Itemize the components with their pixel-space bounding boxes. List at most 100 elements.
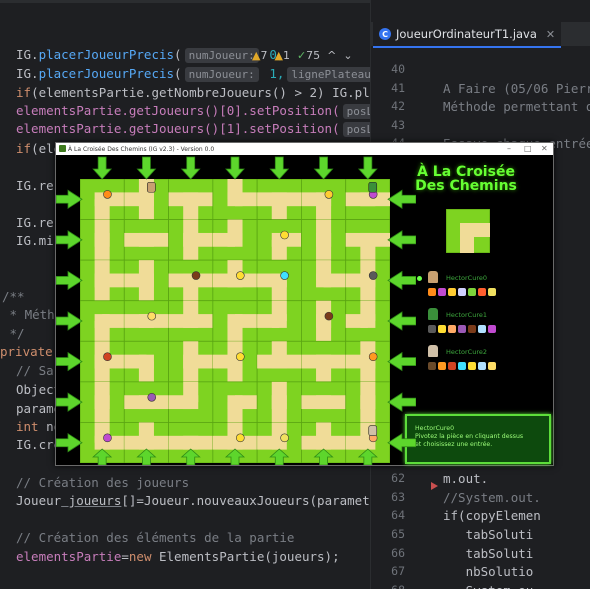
player-name: HectorCure0: [446, 274, 487, 282]
minimize-icon[interactable]: –: [507, 144, 511, 153]
close-icon[interactable]: ✕: [546, 28, 555, 41]
treasure-icon: [324, 311, 334, 321]
code-line[interactable]: elementsPartie=new ElementsPartie(joueur…: [16, 548, 340, 566]
player-name: HectorCure1: [446, 311, 487, 319]
code-line[interactable]: IG.re: [16, 214, 54, 232]
insert-arrow-icon[interactable]: [225, 156, 245, 180]
tab-joueur-ordinateur[interactable]: C JoueurOrdinateurT1.java ✕: [373, 22, 562, 48]
insert-arrow-icon[interactable]: [92, 156, 113, 180]
board-tile: [256, 422, 302, 463]
breakpoint-marker-icon[interactable]: [431, 482, 438, 490]
code-line[interactable]: /**: [2, 288, 25, 306]
treasure-icon: [236, 352, 245, 362]
inspection-widget[interactable]: ▲7 ▲1 ✓75 ^ ⌄: [252, 49, 353, 62]
treasure-icon: [103, 433, 112, 443]
code-line[interactable]: A Faire (05/06 Pierre: [443, 81, 590, 96]
insert-arrow-icon[interactable]: [136, 156, 157, 180]
game-title-line2: Des Chemins: [415, 178, 517, 194]
insert-arrow-icon[interactable]: [56, 189, 83, 210]
board-tile: [256, 381, 302, 423]
code-line[interactable]: IG.mi: [16, 232, 54, 250]
app-icon: [59, 145, 66, 152]
left-editor-topbar: [0, 0, 370, 3]
code-line[interactable]: Joueur joueurs[]=Joueur.nouveauxJoueurs(…: [16, 492, 370, 510]
code-line[interactable]: elementsPartie.getJoueurs()[1].setPositi…: [16, 120, 370, 138]
insert-arrow-icon[interactable]: [269, 156, 290, 180]
insert-arrow-icon[interactable]: [387, 392, 416, 412]
maximize-icon[interactable]: □: [524, 144, 532, 153]
treasure-icon: [368, 352, 378, 362]
code-line[interactable]: if(copyElemen: [443, 508, 541, 523]
insert-arrow-icon[interactable]: [387, 270, 416, 291]
insert-arrow-icon[interactable]: [56, 230, 83, 250]
objective-icon: [468, 288, 476, 296]
player-avatar-icon: [428, 271, 438, 283]
board-tile: [345, 179, 390, 220]
insert-arrow-icon[interactable]: [180, 156, 201, 180]
treasure-icon: [280, 433, 289, 443]
close-window-icon[interactable]: ✕: [541, 144, 548, 153]
game-titlebar[interactable]: À La Croisée Des Chemins (IG v2.3) - Ver…: [56, 143, 553, 155]
ok-count: 75: [306, 49, 321, 62]
code-line[interactable]: elementsPartie.getJoueurs()[0].setPositi…: [16, 102, 370, 120]
chevron-up-icon[interactable]: ^: [327, 49, 336, 62]
code-line[interactable]: //System.out.: [443, 490, 541, 505]
objective-icon: [488, 288, 496, 296]
treasure-icon: [236, 271, 245, 280]
current-player-indicator: [417, 276, 422, 281]
code-line[interactable]: // Création des éléments de la partie: [16, 529, 294, 547]
line-number: 40: [391, 62, 405, 76]
game-title: À La Croisée Des Chemins: [411, 165, 521, 193]
code-line[interactable]: Méthode permettant de: [443, 99, 590, 114]
objective-icon: [458, 288, 466, 296]
insert-arrow-icon[interactable]: [313, 156, 334, 180]
code-line[interactable]: m.out.: [443, 471, 488, 486]
insert-arrow-icon[interactable]: [56, 311, 83, 331]
code-line[interactable]: IG.re: [16, 177, 54, 195]
code-line[interactable]: // Sa: [16, 362, 54, 380]
game-title-line1: À La Croisée: [417, 164, 515, 180]
line-number: 64: [391, 508, 405, 523]
board-tile: [212, 340, 258, 383]
insert-arrow-icon[interactable]: [387, 311, 416, 331]
insert-arrow-icon[interactable]: [387, 351, 416, 372]
insert-arrow-icon[interactable]: [387, 230, 416, 250]
game-window[interactable]: À La Croisée Des Chemins (IG v2.3) - Ver…: [55, 142, 554, 466]
warning-count: 7: [260, 49, 268, 62]
next-tile[interactable]: [446, 209, 490, 253]
player-objectives: [428, 325, 496, 333]
code-line[interactable]: IG.placerJoueurPrecis(numJoueur: 0,: [16, 46, 284, 64]
status-instruction-2: et choisissez une entrée.: [415, 441, 493, 448]
treasure-icon: [368, 271, 378, 280]
code-line[interactable]: nbSolutio: [443, 564, 534, 579]
insert-arrow-icon[interactable]: [56, 270, 83, 291]
code-line[interactable]: tabSoluti: [443, 527, 534, 542]
code-line[interactable]: */: [2, 325, 25, 343]
board-svg[interactable]: [80, 179, 390, 463]
board-tile: [123, 422, 169, 463]
board-tile: [301, 219, 347, 261]
board-tile: [123, 179, 169, 220]
code-line[interactable]: tabSoluti: [443, 546, 534, 561]
chevron-down-icon[interactable]: ⌄: [343, 49, 352, 62]
insert-arrow-icon[interactable]: [56, 392, 83, 412]
objective-icon: [448, 325, 456, 333]
insert-arrow-icon[interactable]: [56, 351, 83, 372]
java-class-icon: C: [379, 28, 391, 40]
code-line[interactable]: IG.placerJoueurPrecis(numJoueur: 1, ligne…: [16, 65, 370, 83]
board-tile: [345, 340, 390, 383]
code-line[interactable]: System.ou: [443, 583, 534, 589]
game-board[interactable]: [80, 179, 390, 463]
line-number: 62: [391, 471, 405, 486]
board-tile: [123, 219, 169, 261]
player-pawn-icon: [147, 181, 156, 193]
insert-arrow-icon[interactable]: [56, 432, 83, 453]
editor-tab-bar: C JoueurOrdinateurT1.java ✕: [371, 22, 590, 48]
board-tile: [256, 340, 302, 383]
board-tile: [123, 340, 169, 383]
objective-icon: [448, 288, 456, 296]
code-line[interactable]: // Création des joueurs: [16, 474, 189, 492]
code-line[interactable]: if(elementsPartie.getNombreJoueurs() > 2…: [16, 84, 370, 102]
insert-arrow-icon[interactable]: [357, 156, 378, 180]
board-tile: [168, 300, 214, 342]
